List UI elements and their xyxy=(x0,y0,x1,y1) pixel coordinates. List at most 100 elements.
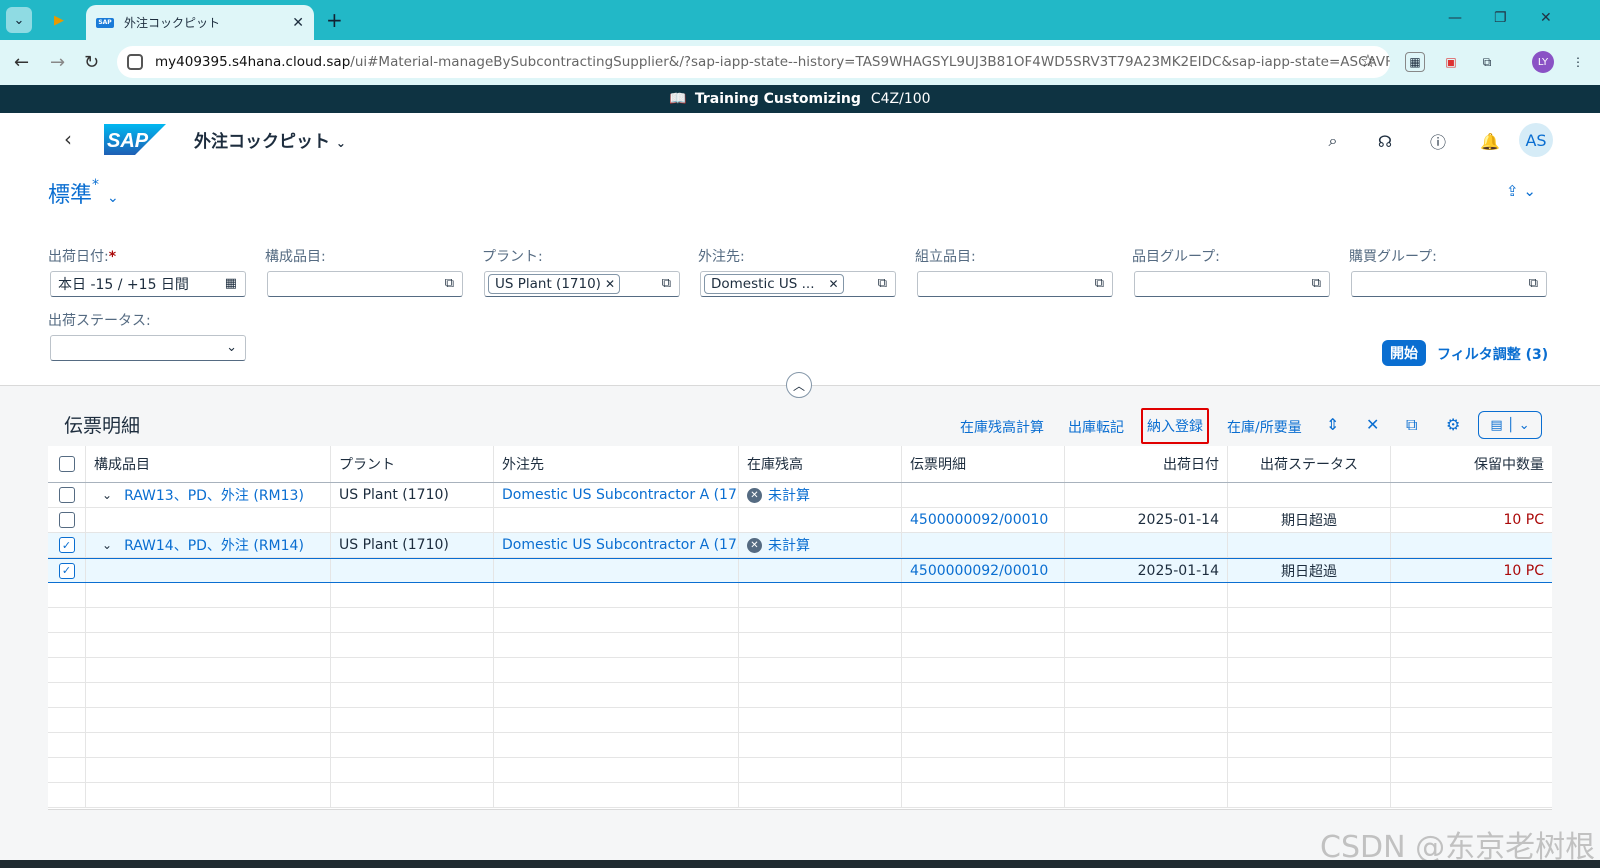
stock-status-link[interactable]: 未計算 xyxy=(768,535,810,555)
component-field[interactable]: ⧉ xyxy=(267,271,463,297)
material-group-field[interactable]: ⧉ xyxy=(1134,271,1330,297)
remove-token-icon[interactable]: ✕ xyxy=(605,277,615,291)
reload-icon[interactable]: ↻ xyxy=(84,52,99,73)
stock-cell[interactable]: ✕ 未計算 xyxy=(739,483,902,507)
col-header-plant[interactable]: プラント xyxy=(331,446,494,482)
bookmark-star-icon[interactable]: ☆ xyxy=(1360,51,1376,72)
close-window-icon[interactable]: ✕ xyxy=(1540,10,1552,26)
row-checkbox-checked[interactable]: ✓ xyxy=(58,537,75,553)
forward-icon[interactable]: → xyxy=(50,52,65,73)
supplier-link[interactable]: Domestic US Subcontractor A (173... xyxy=(494,533,739,557)
pending-qty-cell: 10 PC xyxy=(1503,512,1544,528)
supplier-token[interactable]: Domestic US ... ✕ xyxy=(704,274,844,294)
stock-status-link[interactable]: 未計算 xyxy=(768,485,810,505)
purchasing-group-field[interactable]: ⧉ xyxy=(1351,271,1547,297)
plant-token[interactable]: US Plant (1710) ✕ xyxy=(488,274,620,294)
empty-cell xyxy=(902,658,1065,682)
help-icon[interactable]: ⓘ xyxy=(1427,130,1449,152)
adapt-filters-link[interactable]: フィルタ調整 (3) xyxy=(1437,344,1548,364)
value-help-icon[interactable]: ⧉ xyxy=(878,276,887,291)
back-icon[interactable]: ← xyxy=(14,52,29,73)
value-help-icon[interactable]: ⧉ xyxy=(1312,276,1321,291)
site-info-icon[interactable] xyxy=(127,54,143,70)
value-help-icon[interactable]: ⧉ xyxy=(662,276,671,291)
empty-cell xyxy=(902,683,1065,707)
headset-support-icon[interactable]: ☊ xyxy=(1374,130,1396,152)
close-tab-icon[interactable]: ✕ xyxy=(292,15,304,31)
select-all-checkbox[interactable] xyxy=(58,456,75,472)
variant-selector[interactable]: 標準* ⌄ xyxy=(48,177,119,209)
empty-cell xyxy=(331,608,494,632)
notifications-bell-icon[interactable]: 🔔 xyxy=(1479,130,1501,152)
col-header-ship-date[interactable]: 出荷日付 xyxy=(1065,446,1228,482)
tab-search-chevron-icon[interactable]: ⌄ xyxy=(6,7,32,33)
empty-cell xyxy=(331,733,494,757)
extensions-puzzle-icon[interactable]: ⧉ xyxy=(1477,52,1497,72)
minimize-icon[interactable]: — xyxy=(1448,10,1462,26)
table-row[interactable]: ⌄ RAW13、PD、外注 (RM13) US Plant (1710) Dome… xyxy=(48,483,1552,508)
search-icon[interactable]: ⌕ xyxy=(1322,130,1344,152)
extension-icon[interactable]: ▦ xyxy=(1405,52,1425,72)
empty-row xyxy=(48,683,1552,708)
supplier-field[interactable]: Domestic US ... ✕ ⧉ xyxy=(700,271,896,297)
col-header-ship-status[interactable]: 出荷ステータス xyxy=(1228,446,1391,482)
supplier-link[interactable]: Domestic US Subcontractor A (173... xyxy=(494,483,739,507)
sap-logo[interactable]: SAP xyxy=(104,124,166,155)
empty-cell xyxy=(1228,658,1391,682)
go-button[interactable]: 開始 xyxy=(1382,340,1426,366)
expand-chevron-icon[interactable]: ⌄ xyxy=(102,488,112,502)
app-title[interactable]: 外注コックピット ⌄ xyxy=(194,127,346,152)
register-delivery-button[interactable]: 納入登録 xyxy=(1141,408,1209,444)
ship-date-field[interactable]: 本日 -15 / +15 日間 ▦ xyxy=(50,271,246,297)
table-row[interactable]: ✓ 4500000092/00010 2025-01-14 期日超過 10 PC xyxy=(48,558,1552,583)
copy-icon[interactable]: ⧉ xyxy=(1406,415,1417,435)
back-nav-icon[interactable]: ‹ xyxy=(64,127,72,151)
chevron-down-icon[interactable]: ⌄ xyxy=(226,340,237,355)
table-row[interactable]: 4500000092/00010 2025-01-14 期日超過 10 PC xyxy=(48,508,1552,533)
doc-item-link[interactable]: 4500000092/00010 xyxy=(902,559,1065,582)
url-bar[interactable]: my409395.s4hana.cloud.sap/ui#Material-ma… xyxy=(117,46,1390,78)
profile-avatar[interactable]: LY xyxy=(1532,51,1554,73)
goods-issue-button[interactable]: 出庫転記 xyxy=(1068,417,1124,437)
export-button[interactable]: ▤ │ ⌄ xyxy=(1478,411,1542,439)
collapse-header-icon[interactable]: ︿ xyxy=(786,372,812,398)
empty-cell xyxy=(494,708,739,732)
remove-token-icon[interactable]: ✕ xyxy=(829,277,839,291)
extension-icon[interactable]: ▣ xyxy=(1441,52,1461,72)
ship-status-select[interactable]: ⌄ xyxy=(50,335,246,361)
col-header-doc-item[interactable]: 伝票明細 xyxy=(902,446,1065,482)
col-header-pending-qty[interactable]: 保留中数量 xyxy=(1391,446,1552,482)
value-help-icon[interactable]: ⧉ xyxy=(445,276,454,291)
assembly-field[interactable]: ⧉ xyxy=(917,271,1113,297)
doc-item-link[interactable]: 4500000092/00010 xyxy=(902,508,1065,532)
row-checkbox[interactable] xyxy=(58,487,75,503)
share-icon[interactable]: ⇪ ⌄ xyxy=(1506,182,1536,200)
assembly-label: 組立品目: xyxy=(915,249,976,265)
expand-all-icon[interactable]: ⇕ xyxy=(1326,415,1339,434)
table-row[interactable]: ✓ ⌄ RAW14、PD、外注 (RM14) US Plant (1710) Do… xyxy=(48,533,1552,558)
col-header-stock[interactable]: 在庫残高 xyxy=(739,446,902,482)
collapse-all-icon[interactable]: ✕ xyxy=(1366,415,1379,434)
col-header-supplier[interactable]: 外注先 xyxy=(494,446,739,482)
browser-menu-icon[interactable]: ⋮ xyxy=(1568,52,1588,72)
stock-cell[interactable]: ✕ 未計算 xyxy=(739,533,902,557)
plant-field[interactable]: US Plant (1710) ✕ ⧉ xyxy=(484,271,680,297)
user-avatar[interactable]: AS xyxy=(1519,123,1553,157)
stock-calc-button[interactable]: 在庫残高計算 xyxy=(960,417,1044,437)
col-header-component[interactable]: 構成品目 xyxy=(86,446,331,482)
row-checkbox-checked[interactable]: ✓ xyxy=(58,562,75,579)
browser-tab-active[interactable]: SAP 外注コックピット ✕ xyxy=(86,5,314,40)
value-help-icon[interactable]: ⧉ xyxy=(1529,276,1538,291)
calendar-icon[interactable]: ▦ xyxy=(225,276,237,291)
component-link[interactable]: RAW13、PD、外注 (RM13) xyxy=(124,485,304,505)
value-help-icon[interactable]: ⧉ xyxy=(1095,276,1104,291)
row-checkbox[interactable] xyxy=(58,512,75,528)
restore-icon[interactable]: ❐ xyxy=(1494,10,1507,26)
expand-chevron-icon[interactable]: ⌄ xyxy=(102,538,112,552)
settings-gear-icon[interactable]: ⚙ xyxy=(1446,415,1460,434)
component-cell xyxy=(86,559,331,582)
component-link[interactable]: RAW14、PD、外注 (RM14) xyxy=(124,535,304,555)
media-play-icon[interactable]: ▶ xyxy=(46,7,72,33)
new-tab-icon[interactable]: + xyxy=(326,8,343,32)
stock-requirements-button[interactable]: 在庫/所要量 xyxy=(1227,417,1302,437)
